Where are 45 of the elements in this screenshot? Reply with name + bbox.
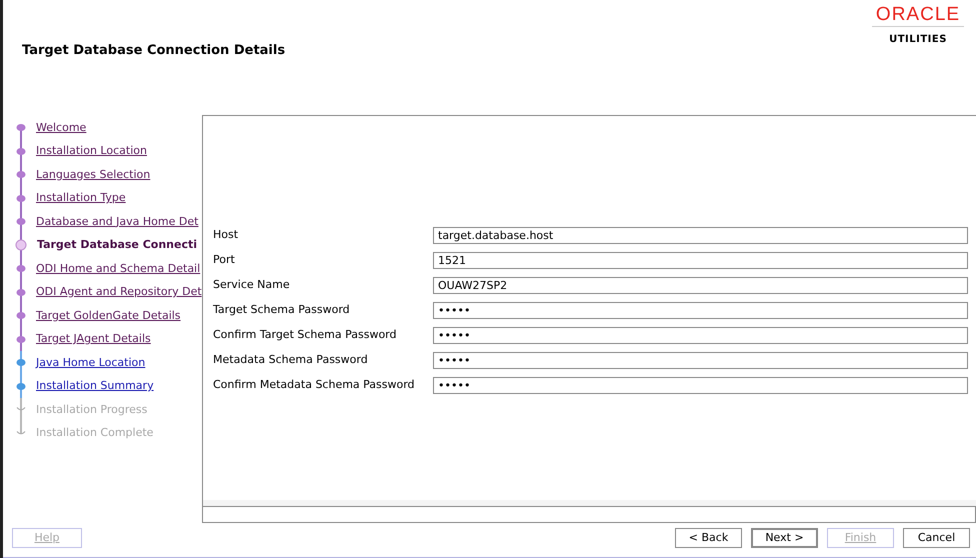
brand-logo: ORACLE UTILITIES xyxy=(868,4,968,47)
page-title: Target Database Connection Details xyxy=(22,42,286,60)
step-indicator-icon xyxy=(16,124,26,132)
field-label: Service Name xyxy=(213,277,291,294)
input-field[interactable]: ••••• xyxy=(433,302,968,319)
step-link[interactable]: Welcome xyxy=(36,120,86,136)
input-field[interactable]: ••••• xyxy=(433,352,968,369)
step-indicator-icon xyxy=(16,312,26,320)
dialog-button[interactable]: < Back xyxy=(675,528,742,548)
step-link[interactable]: ODI Home and Schema Detail xyxy=(36,260,200,277)
input-field[interactable]: 1521 xyxy=(433,252,968,269)
step-indicator-icon xyxy=(16,407,26,412)
step-link[interactable]: Target GoldenGate Details xyxy=(36,308,181,324)
field-label: Confirm Metadata Schema Password xyxy=(213,377,416,394)
step-link[interactable]: Languages Selection xyxy=(36,166,150,183)
input-field[interactable]: ••••• xyxy=(433,377,968,394)
step-indicator-icon xyxy=(16,218,26,226)
step-indicator-icon xyxy=(16,194,26,202)
step-indicator-icon xyxy=(16,148,26,155)
step-indicator-icon xyxy=(16,171,26,178)
step-link[interactable]: Installation Type xyxy=(36,190,126,206)
step-link[interactable]: Installation Summary xyxy=(36,378,154,394)
input-field[interactable]: target.database.host xyxy=(433,227,968,244)
dialog-button[interactable]: Cancel xyxy=(903,528,970,548)
step-indicator-icon xyxy=(16,382,26,390)
step-link[interactable]: Installation Location xyxy=(36,143,147,160)
field-label: Confirm Target Schema Password xyxy=(213,327,398,344)
field-label: Host xyxy=(213,227,240,244)
step-indicator-icon xyxy=(16,430,26,436)
field-label: Port xyxy=(213,252,236,268)
step-indicator-icon xyxy=(16,265,26,272)
step-indicator-icon xyxy=(16,288,26,296)
step-indicator-icon xyxy=(16,359,26,366)
step-link[interactable]: Database and Java Home Det xyxy=(36,214,198,230)
step-link[interactable]: Target JAgent Details xyxy=(36,331,151,348)
step-link[interactable]: Target Database Connecti xyxy=(37,237,198,254)
step-indicator-icon xyxy=(15,239,27,252)
input-field[interactable]: ••••• xyxy=(433,327,968,344)
input-field[interactable]: OUAW27SP2 xyxy=(433,277,968,294)
field-label: Metadata Schema Password xyxy=(213,352,369,368)
step-indicator-icon xyxy=(16,336,26,343)
step-link[interactable]: ODI Agent and Repository Det xyxy=(36,284,202,300)
field-label: Target Schema Password xyxy=(213,302,351,318)
step-link[interactable]: Java Home Location xyxy=(36,354,146,371)
dialog-button[interactable]: Next > xyxy=(751,528,818,548)
